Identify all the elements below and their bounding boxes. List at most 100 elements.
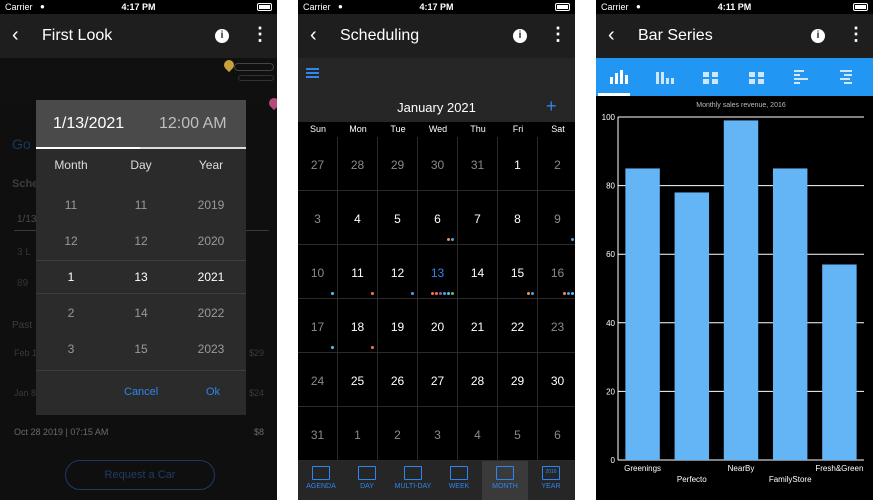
calendar-day-cell[interactable]: 6: [538, 407, 575, 461]
calendar-day-cell[interactable]: 23: [538, 299, 575, 353]
bar-familystore: [772, 168, 808, 460]
calendar-day-cell[interactable]: 8: [498, 191, 538, 245]
calendar-day-cell[interactable]: 15: [498, 245, 538, 299]
year-option[interactable]: 2021: [176, 270, 246, 284]
view-tab-year[interactable]: 2016 YEAR: [528, 461, 574, 500]
calendar-day-cell[interactable]: 1: [498, 137, 538, 191]
view-tab-month[interactable]: MONTH: [482, 461, 528, 500]
day-number: 13: [430, 266, 445, 280]
calendar-day-cell[interactable]: 4: [338, 191, 378, 245]
calendar-day-cell[interactable]: 2: [538, 137, 575, 191]
calendar-day-cell[interactable]: 5: [498, 407, 538, 461]
cancel-button[interactable]: Cancel: [124, 386, 158, 398]
field-value[interactable]: 3 L: [17, 247, 31, 258]
day-option[interactable]: 14: [106, 306, 176, 320]
back-chevron-icon[interactable]: ‹: [310, 24, 317, 47]
weekday-label: Thu: [470, 124, 486, 134]
menu-icon[interactable]: [306, 68, 319, 79]
info-icon[interactable]: i: [513, 29, 527, 43]
back-chevron-icon[interactable]: ‹: [12, 24, 19, 47]
tab-column-chart[interactable]: [596, 58, 642, 96]
info-icon[interactable]: i: [215, 29, 229, 43]
calendar-day-cell[interactable]: 27: [418, 353, 458, 407]
request-car-button[interactable]: Request a Car: [65, 460, 215, 490]
picker-date-tab[interactable]: 1/13/2021: [53, 115, 124, 133]
day-option[interactable]: 12: [106, 234, 176, 248]
calendar-day-cell[interactable]: 10: [298, 245, 338, 299]
calendar-day-cell[interactable]: 3: [298, 191, 338, 245]
calendar-day-cell[interactable]: 27: [298, 137, 338, 191]
tab-stacked-bar[interactable]: [826, 58, 872, 96]
calendar-day-cell[interactable]: 7: [458, 191, 498, 245]
calendar-day-cell[interactable]: 24: [298, 353, 338, 407]
calendar-day-cell[interactable]: 26: [378, 353, 418, 407]
calendar-day-cell[interactable]: 11: [338, 245, 378, 299]
calendar-day-cell[interactable]: 31: [458, 137, 498, 191]
more-vertical-icon[interactable]: ⋮: [549, 25, 567, 43]
calendar-day-cell[interactable]: 29: [498, 353, 538, 407]
calendar-day-cell[interactable]: 19: [378, 299, 418, 353]
map-pin-icon[interactable]: [221, 57, 237, 73]
calendar-day-cell[interactable]: 25: [338, 353, 378, 407]
calendar-day-cell[interactable]: 17: [298, 299, 338, 353]
event-dot: [431, 292, 434, 295]
calendar-day-cell[interactable]: 31: [298, 407, 338, 461]
calendar-day-cell[interactable]: 29: [378, 137, 418, 191]
calendar-day-cell[interactable]: 16: [538, 245, 575, 299]
month-option[interactable]: 2: [36, 306, 106, 320]
view-tab-multi-day[interactable]: MULTI-DAY: [390, 461, 436, 500]
calendar-day-cell[interactable]: 28: [458, 353, 498, 407]
more-vertical-icon[interactable]: ⋮: [251, 25, 269, 43]
day-option[interactable]: 13: [106, 270, 176, 284]
calendar-day-cell[interactable]: 28: [338, 137, 378, 191]
calendar-day-cell[interactable]: 18: [338, 299, 378, 353]
view-tab-day[interactable]: DAY: [344, 461, 390, 500]
calendar-day-cell[interactable]: 4: [458, 407, 498, 461]
calendar-day-cell[interactable]: 30: [538, 353, 575, 407]
year-option[interactable]: 2019: [176, 198, 246, 212]
month-label[interactable]: January 2021: [298, 100, 575, 115]
year-option[interactable]: 2020: [176, 234, 246, 248]
field-value[interactable]: 89: [17, 278, 28, 289]
calendar-day-cell[interactable]: 6: [418, 191, 458, 245]
date-field-value[interactable]: 1/13: [17, 214, 36, 225]
y-tick-label: 100: [602, 113, 616, 122]
day-option[interactable]: 15: [106, 342, 176, 356]
view-tab-agenda[interactable]: AGENDA: [298, 461, 344, 500]
calendar-day-cell[interactable]: 30: [418, 137, 458, 191]
month-option[interactable]: 3: [36, 342, 106, 356]
add-event-icon[interactable]: +: [546, 96, 557, 117]
ok-button[interactable]: Ok: [206, 386, 220, 398]
tab-stacked-column[interactable]: [642, 58, 688, 96]
day-number: 2: [394, 428, 401, 442]
calendar-day-cell[interactable]: 14: [458, 245, 498, 299]
month-option[interactable]: 11: [36, 198, 106, 212]
tab-stacked-100-column[interactable]: [688, 58, 734, 96]
back-chevron-icon[interactable]: ‹: [608, 24, 615, 47]
calendar-day-cell[interactable]: 2: [378, 407, 418, 461]
view-tab-week[interactable]: WEEK: [436, 461, 482, 500]
ride-row[interactable]: Oct 28 2019 | 07:15 AM $8: [14, 427, 264, 437]
tab-bar-chart[interactable]: [780, 58, 826, 96]
calendar-day-cell[interactable]: 12: [378, 245, 418, 299]
calendar-day-cell[interactable]: 20: [418, 299, 458, 353]
calendar-day-cell[interactable]: 5: [378, 191, 418, 245]
calendar-day-cell[interactable]: 13: [418, 245, 458, 299]
route-line: [234, 63, 274, 71]
calendar-day-cell[interactable]: 3: [418, 407, 458, 461]
more-vertical-icon[interactable]: ⋮: [847, 25, 865, 43]
event-indicators: [371, 346, 374, 349]
calendar-day-cell[interactable]: 9: [538, 191, 575, 245]
calendar-day-cell[interactable]: 22: [498, 299, 538, 353]
month-option[interactable]: 12: [36, 234, 106, 248]
calendar-day-cell[interactable]: 21: [458, 299, 498, 353]
info-icon[interactable]: i: [811, 29, 825, 43]
picker-time-tab[interactable]: 12:00 AM: [159, 115, 227, 133]
month-option[interactable]: 1: [36, 270, 106, 284]
tab-range-column[interactable]: [734, 58, 780, 96]
day-option[interactable]: 11: [106, 198, 176, 212]
calendar-day-cell[interactable]: 1: [338, 407, 378, 461]
day-number: 4: [354, 212, 361, 226]
year-option[interactable]: 2023: [176, 342, 246, 356]
year-option[interactable]: 2022: [176, 306, 246, 320]
